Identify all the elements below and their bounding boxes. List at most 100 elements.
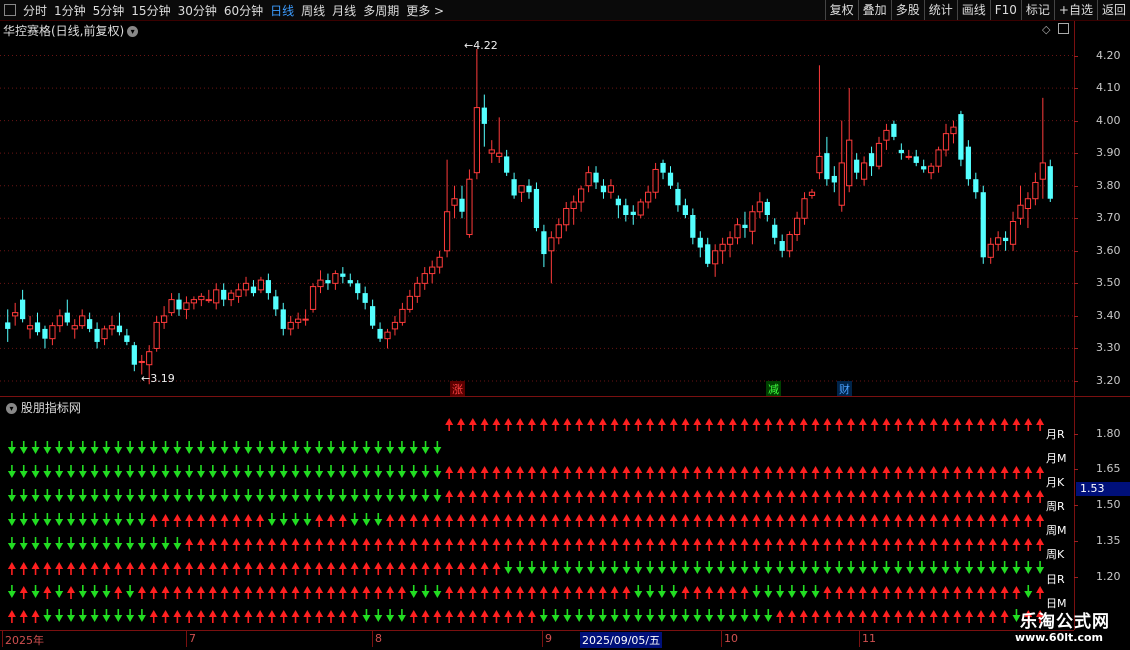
arrow-up-icon [906, 610, 915, 623]
arrow-down-icon [669, 609, 678, 622]
arrow-down-icon [669, 561, 678, 574]
arrow-down-icon [705, 609, 714, 622]
period-tab-3[interactable]: 15分钟 [131, 2, 170, 19]
period-tab-0[interactable]: 分时 [23, 2, 47, 19]
arrow-indicator-grid [7, 418, 1045, 623]
arrow-up-icon [705, 490, 714, 503]
panel-toggle-icon[interactable] [4, 4, 16, 16]
arrow-up-icon [102, 562, 111, 575]
arrow-down-icon [646, 585, 655, 598]
period-tab-9[interactable]: 多周期 [363, 2, 399, 19]
period-tab-2[interactable]: 5分钟 [93, 2, 125, 19]
price-tick-label: 3.30 [1096, 341, 1121, 355]
arrow-up-icon [563, 538, 572, 551]
arrow-up-icon [516, 418, 525, 431]
arrow-up-icon [197, 610, 205, 623]
period-tab-1[interactable]: 1分钟 [54, 2, 86, 19]
toolbar-button-7[interactable]: +自选 [1053, 0, 1097, 20]
arrow-down-icon [126, 513, 135, 526]
arrow-down-icon [811, 585, 820, 598]
arrow-down-icon [256, 465, 265, 478]
arrow-down-icon [267, 489, 276, 502]
candle [793, 211, 801, 242]
candle [391, 315, 399, 336]
arrow-up-icon [941, 514, 950, 527]
period-tab-5[interactable]: 60分钟 [224, 2, 263, 19]
event-marker[interactable]: 财 [837, 381, 852, 397]
arrow-up-icon [858, 586, 867, 599]
arrow-down-icon [232, 441, 241, 454]
arrow-up-icon [811, 418, 820, 431]
arrow-up-icon [492, 538, 501, 551]
arrow-up-icon [776, 538, 785, 551]
arrow-up-icon [480, 490, 489, 503]
indicator-row-label: 月K [1046, 476, 1065, 489]
arrow-up-icon [917, 466, 926, 479]
arrow-up-icon [728, 418, 737, 431]
candle [973, 172, 979, 199]
candle [593, 166, 599, 189]
candle [756, 192, 763, 219]
candlestick-chart[interactable] [0, 36, 1074, 394]
arrow-down-icon [988, 561, 997, 574]
arrow-down-icon [55, 513, 64, 526]
arrow-up-icon [965, 418, 974, 431]
arrow-up-icon [1000, 586, 1009, 599]
arrow-up-icon [468, 562, 477, 575]
event-marker[interactable]: 涨 [450, 381, 465, 397]
period-tab-8[interactable]: 月线 [332, 2, 356, 19]
arrow-down-icon [327, 465, 335, 478]
arrow-up-icon [1024, 514, 1033, 527]
diamond-icon[interactable]: ◇ [1042, 23, 1050, 36]
toolbar-button-5[interactable]: F10 [989, 0, 1021, 20]
candle [779, 234, 785, 258]
pane-layout-icon[interactable] [1058, 23, 1069, 34]
arrow-down-icon [19, 513, 28, 526]
arrow-up-icon [232, 610, 241, 623]
arrow-up-icon [220, 610, 229, 623]
arrow-down-icon [78, 513, 87, 526]
arrow-up-icon [43, 586, 52, 599]
arrow-up-icon [492, 466, 501, 479]
arrow-up-icon [858, 610, 867, 623]
period-tab-7[interactable]: 周线 [301, 2, 325, 19]
toolbar-button-0[interactable]: 复权 [824, 0, 858, 20]
toolbar-button-3[interactable]: 统计 [923, 0, 957, 20]
arrow-down-icon [575, 561, 584, 574]
candle [221, 283, 227, 307]
arrow-up-icon [858, 538, 867, 551]
cursor-date-label: 2025/09/05/五 [580, 632, 663, 648]
period-tab-10[interactable]: 更多 > [406, 2, 444, 19]
arrow-up-icon [953, 586, 962, 599]
arrow-up-icon [610, 514, 619, 527]
arrow-down-icon [315, 489, 324, 502]
arrow-up-icon [717, 490, 725, 503]
arrow-down-icon [279, 441, 288, 454]
arrow-down-icon [19, 441, 28, 454]
arrow-up-icon [1000, 490, 1009, 503]
candle [504, 149, 510, 176]
arrow-up-icon [279, 610, 288, 623]
arrow-down-icon [161, 441, 170, 454]
period-tab-6[interactable]: 日线 [270, 2, 294, 19]
arrow-up-icon [941, 586, 950, 599]
toolbar-button-6[interactable]: 标记 [1020, 0, 1054, 20]
toolbar-button-1[interactable]: 叠加 [857, 0, 891, 20]
arrow-down-icon [137, 537, 146, 550]
toolbar-button-8[interactable]: 返回 [1096, 0, 1130, 20]
arrow-up-icon [1000, 514, 1009, 527]
candle [443, 159, 451, 258]
arrow-down-icon [610, 609, 619, 622]
event-marker[interactable]: 减 [766, 381, 781, 397]
arrow-down-icon [669, 585, 678, 598]
toolbar-button-4[interactable]: 画线 [956, 0, 990, 20]
candle [898, 143, 904, 160]
arrow-up-icon [409, 538, 418, 551]
arrow-up-icon [598, 490, 607, 503]
arrow-up-icon [397, 562, 406, 575]
period-tab-4[interactable]: 30分钟 [178, 2, 217, 19]
arrow-up-icon [173, 514, 182, 527]
toolbar-button-2[interactable]: 多股 [890, 0, 924, 20]
arrow-up-icon [669, 418, 678, 431]
arrow-up-icon [468, 586, 477, 599]
